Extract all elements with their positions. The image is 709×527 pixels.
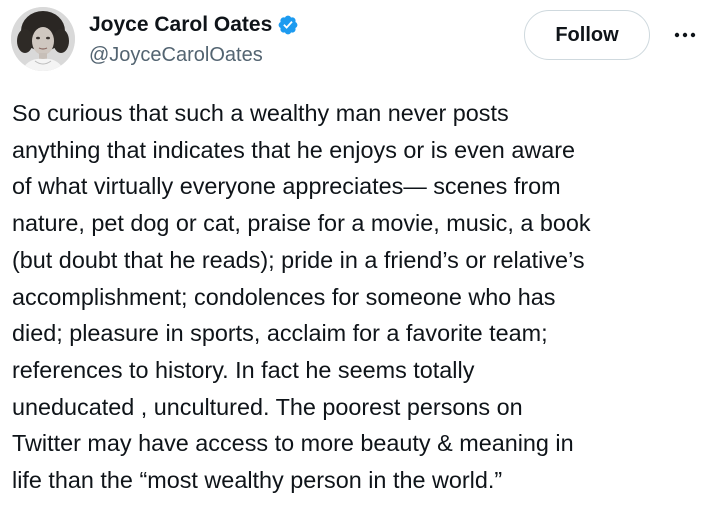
avatar[interactable] <box>11 7 75 71</box>
tweet-text-line: (but doubt that he reads); pride in a fr… <box>12 246 585 273</box>
tweet-text-line: Twitter may have access to more beauty &… <box>12 430 574 457</box>
tweet-text: So curious that such a wealthy man never… <box>12 95 702 499</box>
tweet-text-line: references to history. In fact he seems … <box>12 356 475 383</box>
verified-badge-icon[interactable] <box>277 14 299 36</box>
tweet-text-line: uneducated , uncultured. The poorest per… <box>12 393 523 420</box>
author-name-row[interactable]: Joyce Carol Oates <box>89 11 299 39</box>
more-horizontal-icon[interactable] <box>670 22 700 48</box>
author-photo <box>11 7 75 71</box>
follow-button[interactable]: Follow <box>524 10 650 60</box>
tweet-text-line: died; pleasure in sports, acclaim for a … <box>12 320 548 347</box>
tweet-text-line: nature, pet dog or cat, praise for a mov… <box>12 210 591 237</box>
tweet-card: Joyce Carol Oates @JoyceCarolOates Follo… <box>0 0 709 527</box>
author-display-name[interactable]: Joyce Carol Oates <box>89 13 272 37</box>
tweet-text-line: life than the “most wealthy person in th… <box>12 467 503 494</box>
tweet-text-line: of what virtually everyone appreciates— … <box>12 173 561 200</box>
tweet-text-line: So curious that such a wealthy man never… <box>12 100 509 126</box>
author-handle[interactable]: @JoyceCarolOates <box>89 44 263 67</box>
tweet-text-line: accomplishment; condolences for someone … <box>12 283 556 310</box>
tweet-text-line: anything that indicates that he enjoys o… <box>12 136 576 163</box>
